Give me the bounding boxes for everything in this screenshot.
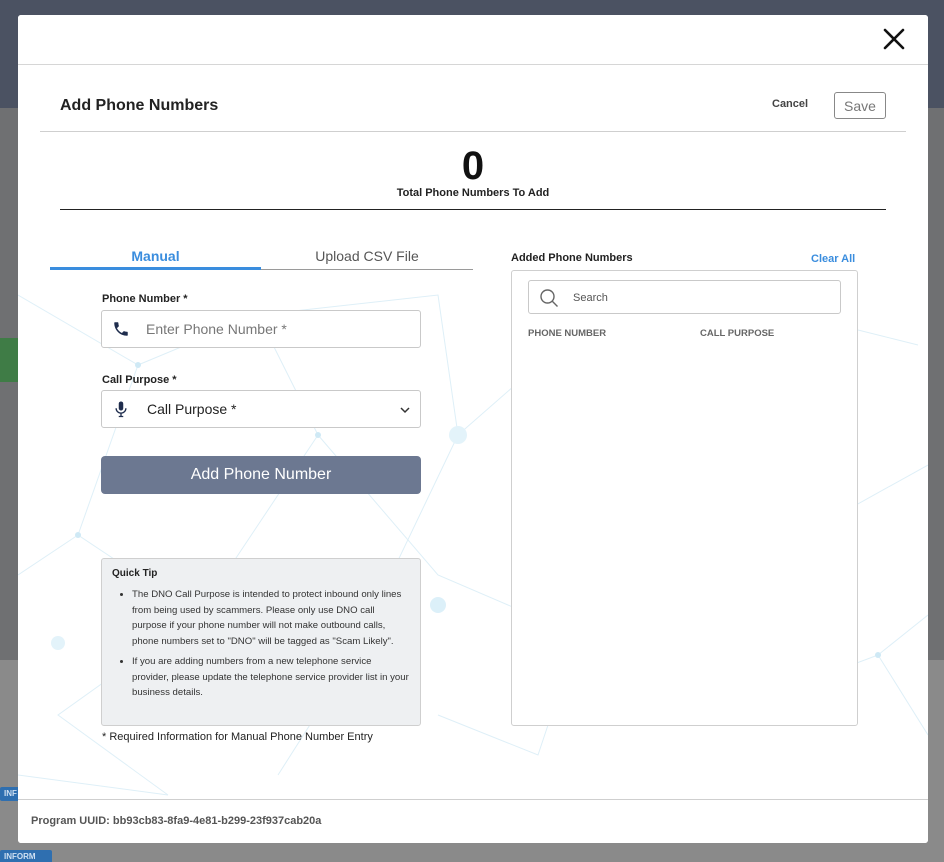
modal-title: Add Phone Numbers — [60, 97, 219, 114]
microphone-icon — [115, 401, 127, 418]
divider — [60, 209, 886, 210]
search-icon — [540, 289, 558, 307]
modal-header-bar — [18, 15, 928, 65]
column-header-phone-number: PHONE NUMBER — [528, 328, 607, 339]
total-count: 0 — [461, 144, 485, 188]
phone-number-input[interactable] — [146, 319, 406, 339]
call-purpose-select[interactable]: Call Purpose * — [101, 390, 421, 428]
quick-tip-title: Quick Tip — [112, 568, 158, 579]
quick-tip-box: Quick Tip The DNO Call Purpose is intend… — [101, 558, 421, 726]
added-phone-numbers-panel: PHONE NUMBER CALL PURPOSE — [511, 270, 858, 726]
search-input[interactable] — [573, 289, 823, 307]
program-uuid: Program UUID: bb93cb83-8fa9-4e81-b299-23… — [31, 815, 322, 827]
added-phone-numbers-title: Added Phone Numbers — [511, 252, 633, 264]
add-phone-numbers-modal: Add Phone Numbers Cancel Save 0 Total Ph… — [18, 15, 928, 843]
total-count-label: Total Phone Numbers To Add — [396, 187, 550, 199]
quick-tip-list: The DNO Call Purpose is intended to prot… — [112, 587, 410, 701]
quick-tip-item: The DNO Call Purpose is intended to prot… — [132, 587, 410, 649]
save-button[interactable]: Save — [834, 92, 886, 119]
divider — [40, 131, 906, 132]
call-purpose-value: Call Purpose * — [147, 401, 237, 417]
required-info-note: * Required Information for Manual Phone … — [102, 731, 373, 743]
clear-all-button[interactable]: Clear All — [811, 253, 855, 265]
close-icon[interactable] — [880, 25, 908, 53]
phone-number-field[interactable] — [101, 310, 421, 348]
phone-number-label: Phone Number * — [102, 293, 188, 305]
call-purpose-label: Call Purpose * — [102, 374, 177, 386]
cancel-button[interactable]: Cancel — [772, 98, 808, 110]
quick-tip-item: If you are adding numbers from a new tel… — [132, 654, 410, 701]
active-tab-indicator — [50, 267, 261, 270]
column-header-call-purpose: CALL PURPOSE — [700, 328, 775, 339]
search-field[interactable] — [528, 280, 841, 314]
background-badge: INFORM — [0, 850, 52, 862]
tab-upload-csv[interactable]: Upload CSV File — [261, 241, 473, 271]
phone-icon — [114, 322, 128, 336]
modal-footer: Program UUID: bb93cb83-8fa9-4e81-b299-23… — [18, 800, 928, 843]
add-phone-number-button[interactable]: Add Phone Number — [101, 456, 421, 494]
chevron-down-icon — [400, 407, 410, 414]
background-green-block — [0, 338, 18, 382]
